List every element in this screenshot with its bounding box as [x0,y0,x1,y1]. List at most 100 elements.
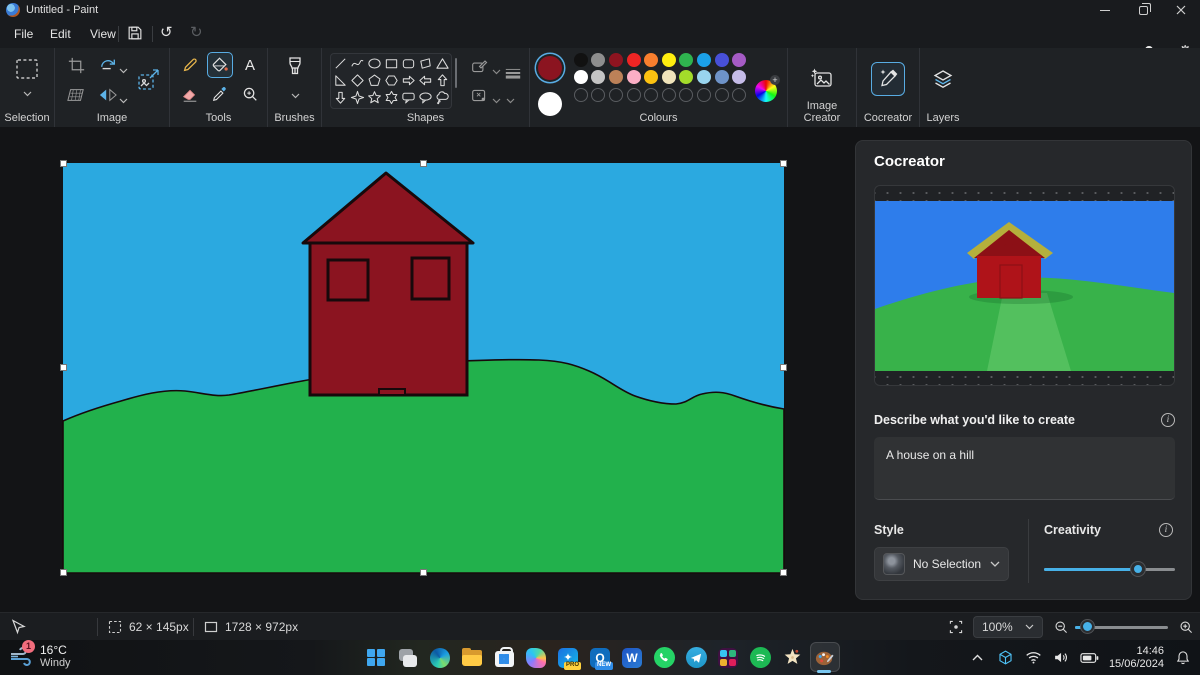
shape-callout-rounded-icon[interactable] [400,89,417,106]
battery-icon[interactable] [1080,649,1099,667]
palette-swatch[interactable] [696,52,711,67]
shape-outline-icon[interactable] [466,53,492,79]
chevron-down-icon[interactable] [506,91,515,109]
rectangle-select-icon[interactable] [14,56,40,82]
canvas-selection-handle-nw[interactable] [60,160,67,167]
palette-swatch[interactable] [732,52,747,67]
shape-star-5-icon[interactable] [366,89,383,106]
eraser-tool-icon[interactable] [177,81,203,107]
palette-swatch[interactable] [732,70,747,85]
palette-swatch-empty[interactable] [644,87,659,102]
palette-swatch[interactable] [679,70,694,85]
palette-swatch-empty[interactable] [696,87,711,102]
shape-diamond-icon[interactable] [349,72,366,89]
layers-button[interactable]: Layers [920,48,966,127]
shape-callout-oval-icon[interactable] [417,89,434,106]
fill-tool-icon[interactable] [207,52,233,78]
palette-swatch-empty[interactable] [679,87,694,102]
zoom-in-icon[interactable] [1178,613,1194,641]
prompt-input[interactable]: A house on a hill [874,437,1175,500]
notifications-bell-icon[interactable] [1174,649,1192,667]
creativity-slider-thumb[interactable] [1131,562,1146,576]
canvas-selection-handle-n[interactable] [420,160,427,167]
cube-3d-icon[interactable] [997,649,1015,667]
chevron-down-icon[interactable] [23,84,32,102]
palette-swatch[interactable] [661,70,676,85]
stroke-size-icon[interactable] [500,60,526,86]
shape-right-triangle-icon[interactable] [332,72,349,89]
fit-to-screen-icon[interactable] [948,613,964,641]
shape-star-6-icon[interactable] [383,89,400,106]
taskbar-app-file-explorer[interactable] [456,642,488,673]
palette-swatch[interactable] [573,70,588,85]
menu-file[interactable]: File [8,25,39,43]
colour-wheel-icon[interactable] [755,75,780,102]
shape-arrow-down-icon[interactable] [332,89,349,106]
palette-swatch[interactable] [696,70,711,85]
canvas-selection-handle-e[interactable] [780,364,787,371]
taskbar-app-paint[interactable] [808,642,840,673]
crop-icon[interactable] [63,52,89,78]
taskbar-app-outlook[interactable]: O NEW [584,642,616,673]
palette-swatch-empty[interactable] [573,87,588,102]
shape-hexagon-icon[interactable] [383,72,400,89]
shape-rectangle-icon[interactable] [383,55,400,72]
palette-swatch-empty[interactable] [732,87,747,102]
shape-arrow-up-icon[interactable] [434,72,451,89]
tray-clock[interactable]: 14:46 15/06/2024 [1109,645,1164,670]
pencil-tool-icon[interactable] [177,52,203,78]
canvas-selection-handle-ne[interactable] [780,160,787,167]
tray-chevron-up-icon[interactable] [969,649,987,667]
canvas-selection-handle-w[interactable] [60,364,67,371]
palette-swatch[interactable] [626,70,641,85]
minimize-button[interactable] [1086,0,1124,20]
palette-swatch[interactable] [608,52,623,67]
taskbar-app-edge[interactable] [424,642,456,673]
taskbar-app-pro-app[interactable]: ✦ PRO [552,642,584,673]
chevron-down-icon[interactable] [492,91,501,109]
chevron-down-icon[interactable] [119,91,128,109]
palette-swatch[interactable] [679,52,694,67]
shape-fill-icon[interactable] [466,82,492,108]
shape-line-icon[interactable] [332,55,349,72]
shapes-scrollbar[interactable] [455,58,457,88]
image-creator-button[interactable]: Image Creator [788,48,857,127]
shape-pentagon-icon[interactable] [366,72,383,89]
maximize-button[interactable] [1124,0,1162,20]
palette-swatch[interactable] [661,52,676,67]
palette-swatch[interactable] [591,52,606,67]
palette-swatch[interactable] [591,70,606,85]
resize-image-icon[interactable] [136,66,162,92]
zoom-slider[interactable] [1075,620,1168,634]
rotate-icon[interactable] [95,52,121,78]
palette-swatch[interactable] [608,70,623,85]
style-dropdown[interactable]: No Selection [874,547,1009,581]
text-tool-icon[interactable]: A [237,52,263,78]
canvas-selection-handle-se[interactable] [780,569,787,576]
colour1-swatch[interactable] [538,56,562,80]
palette-swatch[interactable] [626,52,641,67]
palette-swatch[interactable] [714,70,729,85]
brush-icon[interactable] [282,54,308,80]
taskbar-app-start[interactable] [360,642,392,673]
palette-swatch[interactable] [714,52,729,67]
palette-swatch[interactable] [644,52,659,67]
volume-icon[interactable] [1053,649,1071,667]
taskbar-app-store[interactable] [488,642,520,673]
taskbar-app-spotify[interactable] [744,642,776,673]
palette-swatch-empty[interactable] [591,87,606,102]
taskbar-app-slack[interactable] [712,642,744,673]
flip-icon[interactable] [95,82,121,108]
shape-triangle-icon[interactable] [434,55,451,72]
palette-swatch[interactable] [644,70,659,85]
shape-arrow-left-icon[interactable] [417,72,434,89]
menu-edit[interactable]: Edit [44,25,77,43]
undo-icon[interactable]: ↺ [160,23,173,41]
palette-swatch-empty[interactable] [626,87,641,102]
save-icon[interactable] [126,24,146,44]
shape-curve-icon[interactable] [349,55,366,72]
canvas-selection-handle-sw[interactable] [60,569,67,576]
shape-callout-cloud-icon[interactable] [434,89,451,106]
palette-swatch[interactable] [573,52,588,67]
shape-heart-icon[interactable] [332,106,349,108]
